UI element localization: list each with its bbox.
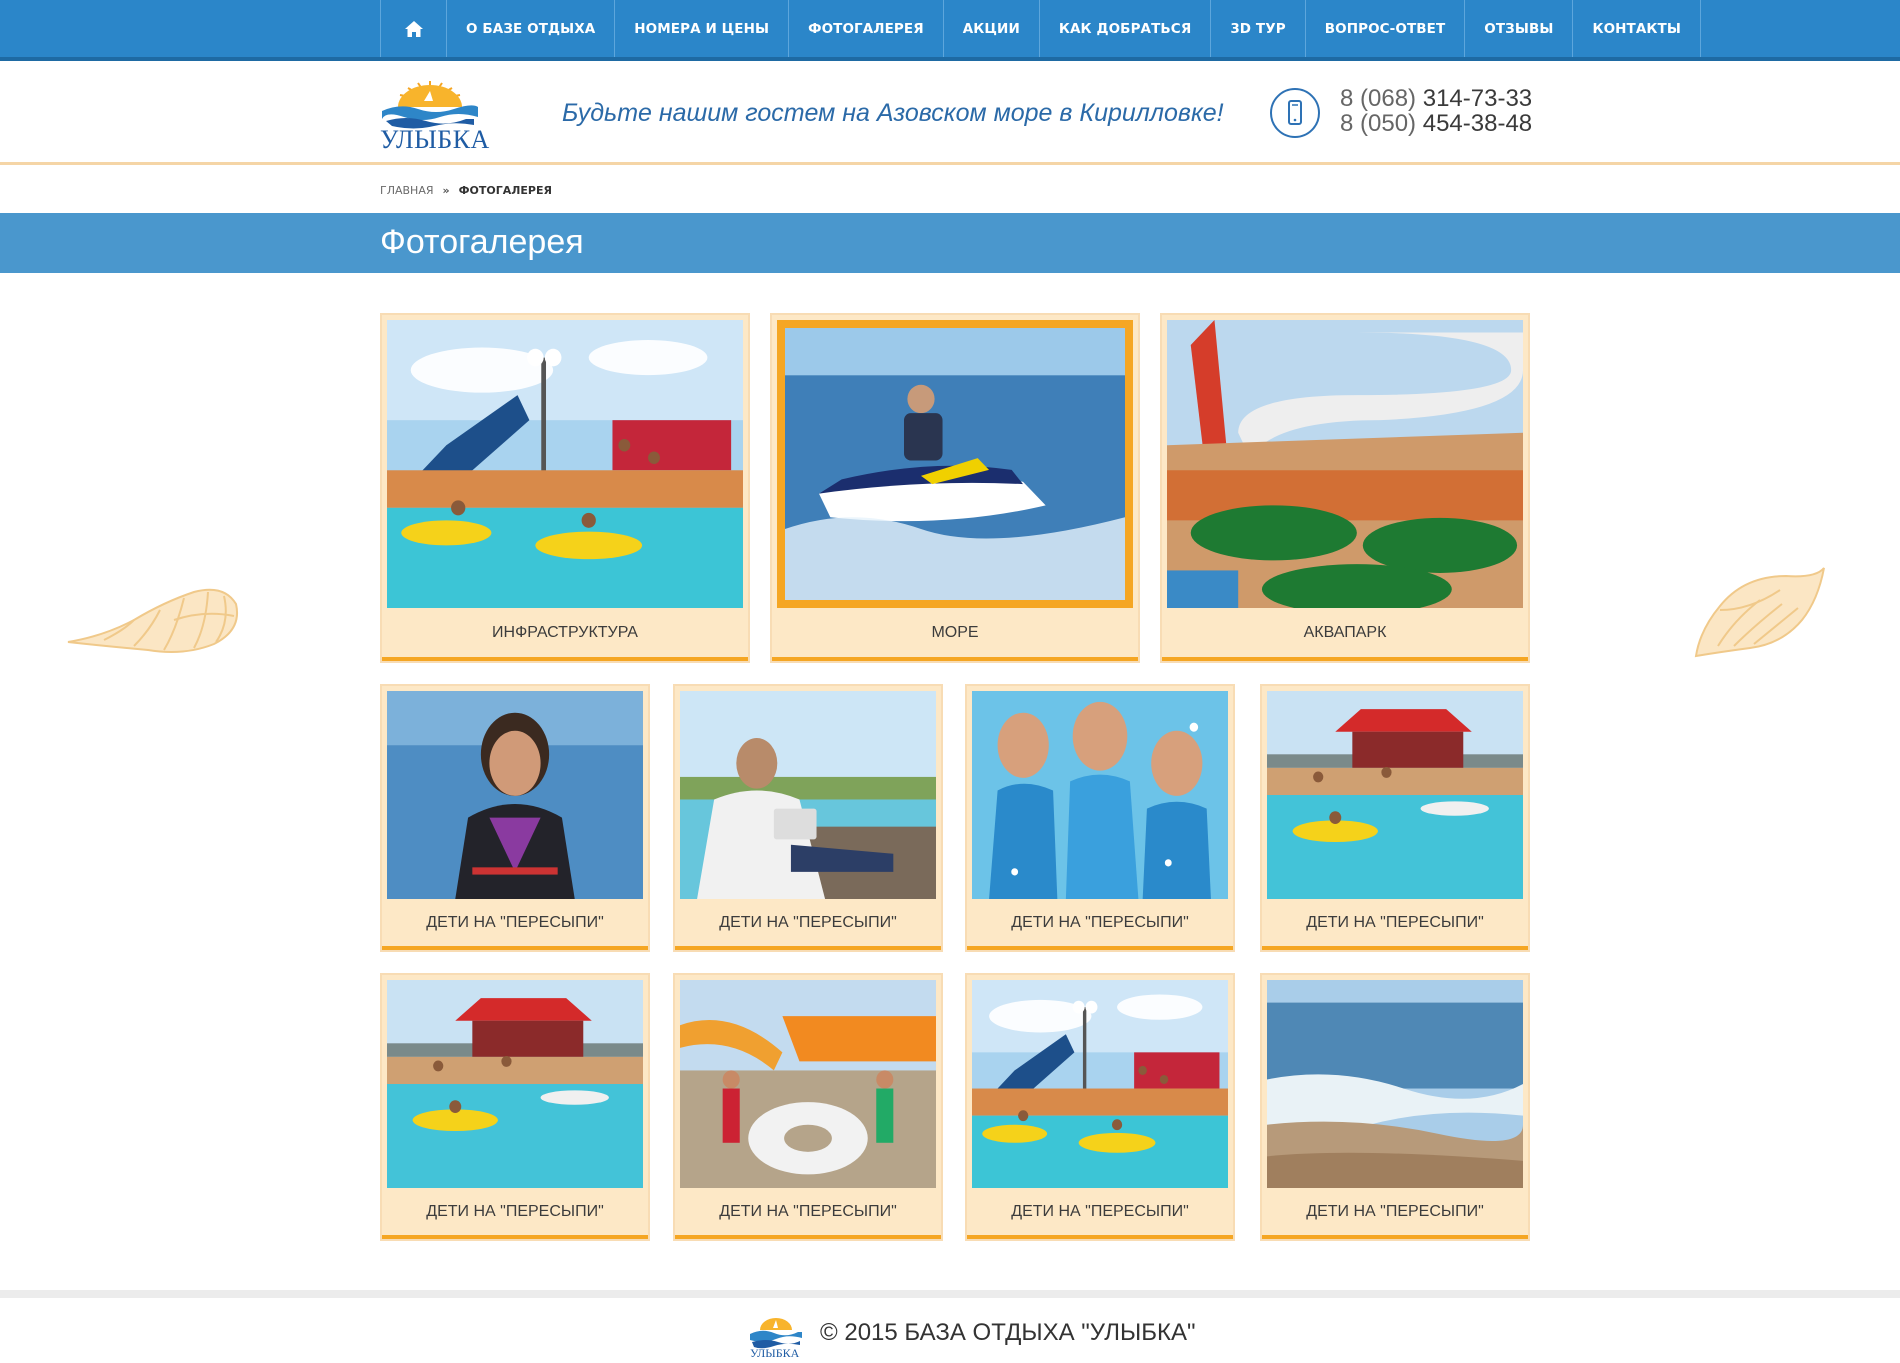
nav-item-gallery[interactable]: ФОТОГАЛЕРЕЯ — [788, 0, 943, 57]
seashell-right-icon — [1690, 560, 1870, 660]
gallery-photo[interactable] — [972, 980, 1228, 1188]
gallery-card[interactable]: ДЕТИ НА "ПЕРЕСЫПИ" — [965, 684, 1235, 952]
gallery-photo[interactable] — [387, 320, 743, 608]
phone-line-2[interactable]: 8 (050) 454-38-48 — [1340, 111, 1532, 136]
gallery-caption[interactable]: ДЕТИ НА "ПЕРЕСЫПИ" — [675, 900, 941, 950]
sun-waves-logo-icon — [382, 81, 478, 129]
nav-item-promotions[interactable]: АКЦИИ — [942, 0, 1039, 57]
page-title: Фотогалерея — [380, 223, 584, 261]
gallery-photo[interactable] — [972, 691, 1228, 899]
nav-item-contacts[interactable]: КОНТАКТЫ — [1572, 0, 1701, 57]
phone-code: 8 (068) — [1340, 85, 1417, 112]
gallery-photo[interactable] — [680, 691, 936, 899]
logo-text: УЛЫБКА — [380, 125, 490, 154]
nav-home[interactable] — [380, 0, 446, 57]
sun-waves-logo-icon: УЛЫБКА — [750, 1318, 802, 1360]
breadcrumb: ГЛАВНАЯ » ФОТОГАЛЕРЕЯ — [380, 184, 552, 197]
gallery-card[interactable]: ДЕТИ НА "ПЕРЕСЫПИ" — [1260, 684, 1530, 952]
gallery-caption[interactable]: ИНФРАСТРУКТУРА — [382, 609, 748, 661]
nav-item-rooms[interactable]: НОМЕРА И ЦЕНЫ — [614, 0, 788, 57]
breadcrumb-separator: » — [442, 184, 450, 197]
gallery-card[interactable]: ДЕТИ НА "ПЕРЕСЫПИ" — [673, 684, 943, 952]
header-slogan: Будьте нашим гостем на Азовском море в К… — [562, 99, 1224, 127]
gallery-caption[interactable]: ДЕТИ НА "ПЕРЕСЫПИ" — [1262, 1189, 1528, 1239]
breadcrumb-current: ФОТОГАЛЕРЕЯ — [458, 184, 552, 197]
gallery-photo[interactable] — [1167, 320, 1523, 608]
breadcrumb-home[interactable]: ГЛАВНАЯ — [380, 184, 434, 197]
gallery-photo[interactable] — [387, 980, 643, 1188]
gallery-caption[interactable]: ДЕТИ НА "ПЕРЕСЫПИ" — [382, 1189, 648, 1239]
gallery-photo[interactable] — [1267, 691, 1523, 899]
phone-numbers: 8 (068) 314-73-33 8 (050) 454-38-48 — [1340, 86, 1532, 136]
phone-number: 314-73-33 — [1422, 85, 1533, 112]
page-title-band: Фотогалерея — [0, 213, 1900, 273]
gallery-photo[interactable] — [680, 980, 936, 1188]
seashell-left-icon — [64, 560, 244, 660]
nav-item-about[interactable]: О БАЗЕ ОТДЫХА — [446, 0, 614, 57]
gallery-card[interactable]: ДЕТИ НА "ПЕРЕСЫПИ" — [965, 973, 1235, 1241]
gallery-card[interactable]: АКВАПАРК — [1160, 313, 1530, 663]
gallery-caption[interactable]: ДЕТИ НА "ПЕРЕСЫПИ" — [967, 900, 1233, 950]
mobile-phone-icon — [1270, 88, 1320, 138]
gallery-caption[interactable]: ДЕТИ НА "ПЕРЕСЫПИ" — [967, 1189, 1233, 1239]
top-navigation: О БАЗЕ ОТДЫХА НОМЕРА И ЦЕНЫ ФОТОГАЛЕРЕЯ … — [0, 0, 1900, 61]
gallery-caption[interactable]: ДЕТИ НА "ПЕРЕСЫПИ" — [675, 1189, 941, 1239]
footer-copyright: © 2015 БАЗА ОТДЫХА "УЛЫБКА" — [820, 1319, 1196, 1346]
site-header: УЛЫБКА Будьте нашим гостем на Азовском м… — [0, 61, 1900, 165]
phone-code: 8 (050) — [1340, 110, 1417, 137]
nav-item-faq[interactable]: ВОПРОС-ОТВЕТ — [1304, 0, 1465, 57]
gallery-card[interactable]: ДЕТИ НА "ПЕРЕСЫПИ" — [673, 973, 943, 1241]
gallery-caption[interactable]: ДЕТИ НА "ПЕРЕСЫПИ" — [382, 900, 648, 950]
gallery-caption[interactable]: АКВАПАРК — [1162, 609, 1528, 661]
gallery-card[interactable]: ДЕТИ НА "ПЕРЕСЫПИ" — [1260, 973, 1530, 1241]
nav-item-3d-tour[interactable]: 3D ТУР — [1210, 0, 1304, 57]
gallery-photo[interactable] — [777, 320, 1133, 608]
gallery-card[interactable]: ИНФРАСТРУКТУРА — [380, 313, 750, 663]
svg-text:УЛЫБКА: УЛЫБКА — [750, 1346, 800, 1358]
gallery-card[interactable]: ДЕТИ НА "ПЕРЕСЫПИ" — [380, 684, 650, 952]
site-logo[interactable]: УЛЫБКА — [380, 79, 489, 154]
nav-item-directions[interactable]: КАК ДОБРАТЬСЯ — [1038, 0, 1210, 57]
phone-number: 454-38-48 — [1422, 110, 1533, 137]
nav-menu: О БАЗЕ ОТДЫХА НОМЕРА И ЦЕНЫ ФОТОГАЛЕРЕЯ … — [380, 0, 1701, 57]
gallery-card[interactable]: ДЕТИ НА "ПЕРЕСЫПИ" — [380, 973, 650, 1241]
gallery-caption[interactable]: МОРЕ — [772, 609, 1138, 661]
gallery-photo[interactable] — [1267, 980, 1523, 1188]
site-footer: УЛЫБКА © 2015 БАЗА ОТДЫХА "УЛЫБКА" — [0, 1290, 1900, 1363]
gallery-card[interactable]: МОРЕ — [770, 313, 1140, 663]
gallery-photo[interactable] — [387, 691, 643, 899]
home-icon — [404, 20, 423, 37]
page: О БАЗЕ ОТДЫХА НОМЕРА И ЦЕНЫ ФОТОГАЛЕРЕЯ … — [0, 0, 1900, 1363]
nav-item-reviews[interactable]: ОТЗЫВЫ — [1464, 0, 1572, 57]
phone-line-1[interactable]: 8 (068) 314-73-33 — [1340, 86, 1532, 111]
gallery-caption[interactable]: ДЕТИ НА "ПЕРЕСЫПИ" — [1262, 900, 1528, 950]
footer-logo[interactable]: УЛЫБКА — [748, 1314, 804, 1360]
